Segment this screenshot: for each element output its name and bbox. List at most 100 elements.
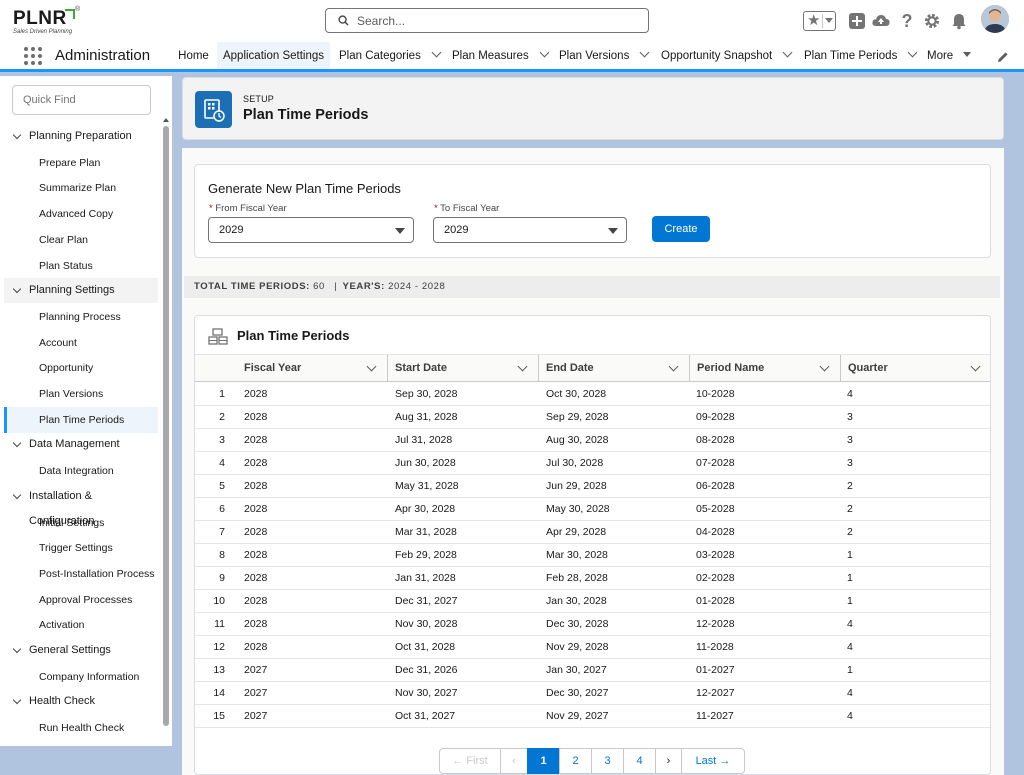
table-row[interactable]: 13 2027 Dec 31, 2026 Jan 30, 2027 01-2027 1 (195, 659, 990, 682)
table-row[interactable]: 6 2028 Apr 30, 2028 May 30, 2028 05-2028 2 (195, 498, 990, 521)
chevron-down-icon[interactable] (907, 47, 918, 58)
table-row[interactable]: 3 2028 Jul 31, 2028 Aug 30, 2028 08-2028 3 (195, 429, 990, 452)
tab-opportunity-snapshot[interactable]: Opportunity Snapshot (661, 42, 793, 69)
column-header-start-date[interactable]: Start Date (388, 355, 538, 382)
last-page-button[interactable]: Last → (681, 748, 745, 774)
column-header-end-date[interactable]: End Date (539, 355, 689, 382)
global-search-input[interactable]: Search... (325, 8, 649, 33)
chevron-down-icon[interactable] (825, 18, 833, 23)
column-header-fiscal-year[interactable]: Fiscal Year (237, 355, 387, 382)
to-fiscal-year-select[interactable]: 2029 (433, 217, 627, 243)
sidebar-item-plan-versions[interactable]: Plan Versions (4, 381, 158, 407)
sidebar-item-trigger-settings[interactable]: Trigger Settings (4, 535, 158, 561)
tab-plan-measures[interactable]: Plan Measures (452, 42, 550, 69)
page-4-button[interactable]: 4 (623, 748, 656, 774)
from-fiscal-year-select[interactable]: 2029 (208, 217, 414, 243)
tab-plan-categories[interactable]: Plan Categories (339, 42, 442, 69)
chevron-down-icon[interactable] (539, 47, 550, 58)
sidebar-group-planning-preparation[interactable]: Planning Preparation (4, 124, 158, 149)
chevron-down-icon[interactable] (12, 284, 22, 294)
app-launcher-icon[interactable] (24, 47, 42, 65)
question-icon[interactable]: ? (897, 11, 917, 31)
sidebar-item-planning-process[interactable]: Planning Process (4, 304, 158, 330)
table-row[interactable]: 5 2028 May 31, 2028 Jun 29, 2028 06-2028 2 (195, 475, 990, 498)
sidebar-item-approval-processes[interactable]: Approval Processes (4, 587, 158, 613)
chevron-down-icon[interactable] (970, 361, 981, 372)
chevron-down-icon[interactable] (431, 47, 442, 58)
chevron-down-icon[interactable] (12, 490, 22, 500)
sidebar-item-account[interactable]: Account (4, 330, 158, 356)
previous-page-button[interactable]: ‹ (500, 748, 528, 774)
plnr-logo[interactable]: PLNR ® Sales Driven Planning (13, 6, 83, 37)
sidebar-item-label: Initial Settings (39, 516, 105, 529)
sidebar-item-data-integration[interactable]: Data Integration (4, 458, 158, 484)
chevron-down-icon[interactable] (517, 361, 528, 372)
chevron-down-icon[interactable] (12, 439, 22, 448)
table-row[interactable]: 2 2028 Aug 31, 2028 Sep 29, 2028 09-2028 3 (195, 406, 990, 429)
table-row[interactable]: 1 2028 Sep 30, 2028 Oct 30, 2028 10-2028 4 (195, 383, 990, 406)
page-3-button[interactable]: 3 (591, 748, 624, 774)
sidebar-item-summarize-plan[interactable]: Summarize Plan (4, 175, 158, 201)
chevron-down-icon[interactable] (668, 361, 679, 372)
chevron-down-icon[interactable] (819, 361, 830, 372)
table-row[interactable]: 11 2028 Nov 30, 2028 Dec 30, 2028 12-2028 4 (195, 613, 990, 636)
tab-more[interactable]: More (927, 42, 972, 69)
bell-icon[interactable] (949, 11, 969, 31)
chevron-down-icon[interactable] (366, 361, 377, 372)
sidebar-item-activation[interactable]: Activation (4, 612, 158, 638)
table-row[interactable]: 8 2028 Feb 29, 2028 Mar 30, 2028 03-2028 1 (195, 544, 990, 567)
sidebar-item-plan-status[interactable]: Plan Status (4, 253, 158, 279)
sidebar-item-post-installation-process[interactable]: Post-Installation Process (4, 561, 158, 587)
column-header-quarter[interactable]: Quarter (841, 355, 990, 382)
sidebar-group-health-check[interactable]: Health Check (4, 689, 158, 714)
table-row[interactable]: 4 2028 Jun 30, 2028 Jul 30, 2028 07-2028 3 (195, 452, 990, 475)
tab-plan-versions[interactable]: Plan Versions (559, 42, 650, 69)
page-2-button[interactable]: 2 (559, 748, 592, 774)
tab-application-settings[interactable]: Application Settings (217, 42, 330, 72)
gear-icon[interactable] (922, 11, 942, 31)
chevron-down-icon[interactable] (12, 130, 22, 140)
sidebar-item-advanced-copy[interactable]: Advanced Copy (4, 201, 158, 227)
sidebar-item-clear-plan[interactable]: Clear Plan (4, 227, 158, 253)
sidebar-item-opportunity[interactable]: Opportunity (4, 355, 158, 381)
table-row[interactable]: 10 2028 Dec 31, 2027 Jan 30, 2028 01-2028 1 (195, 590, 990, 613)
page-kicker: SETUP (243, 94, 275, 104)
first-page-button[interactable]: ← First (439, 748, 501, 774)
sidebar-item-company-information[interactable]: Company Information (4, 664, 158, 690)
table-row[interactable]: 14 2027 Nov 30, 2027 Dec 30, 2027 12-2027 4 (195, 682, 990, 705)
sidebar-item-plan-time-periods[interactable]: Plan Time Periods (4, 406, 158, 433)
user-avatar[interactable] (981, 5, 1009, 33)
column-header-period-name[interactable]: Period Name (690, 355, 840, 382)
table-row[interactable]: 15 2027 Oct 31, 2027 Nov 29, 2027 11-2027 4 (195, 705, 990, 728)
tab-plan-time-periods[interactable]: Plan Time Periods (804, 42, 918, 69)
next-page-button[interactable]: › (655, 748, 682, 774)
sidebar-scrollbar[interactable] (162, 116, 170, 736)
cloud-icon[interactable] (871, 11, 891, 31)
tab-home[interactable]: Home (170, 42, 217, 69)
sidebar-group-data-management[interactable]: Data Management (4, 432, 158, 457)
create-button[interactable]: Create (652, 216, 710, 242)
table-row[interactable]: 12 2028 Oct 31, 2028 Nov 29, 2028 11-2028 4 (195, 636, 990, 659)
sidebar-group-general-settings[interactable]: General Settings (4, 638, 158, 663)
cell-start: Oct 31, 2027 (395, 710, 456, 722)
chevron-down-icon[interactable] (12, 644, 22, 654)
sidebar-item-initial-settings[interactable]: Initial Settings (4, 510, 158, 536)
sidebar-group-installation-and-configuration[interactable]: Installation & Configuration (4, 484, 158, 527)
plus-icon[interactable] (847, 11, 867, 31)
chevron-down-icon[interactable] (639, 47, 650, 58)
sidebar-item-prepare-plan[interactable]: Prepare Plan (4, 150, 158, 176)
row-number: 9 (219, 572, 225, 584)
favorites-button[interactable]: ★ (803, 11, 836, 31)
table-row[interactable]: 7 2028 Mar 31, 2028 Apr 29, 2028 04-2028 2 (195, 521, 990, 544)
sidebar-item-run-health-check[interactable]: Run Health Check (4, 715, 158, 741)
scrollbar-thumb[interactable] (163, 126, 169, 726)
quick-find-input[interactable]: Quick Find (12, 85, 151, 115)
chevron-down-icon[interactable] (782, 47, 793, 58)
pencil-icon[interactable] (996, 50, 1010, 64)
table-row[interactable]: 9 2028 Jan 31, 2028 Feb 28, 2028 02-2028 1 (195, 567, 990, 590)
chevron-down-icon[interactable] (12, 696, 22, 705)
scroll-up-icon[interactable] (163, 118, 169, 122)
sidebar-group-planning-settings[interactable]: Planning Settings (4, 278, 158, 304)
cell-fy: 2028 (244, 388, 268, 400)
page-1-button[interactable]: 1 (527, 748, 560, 774)
